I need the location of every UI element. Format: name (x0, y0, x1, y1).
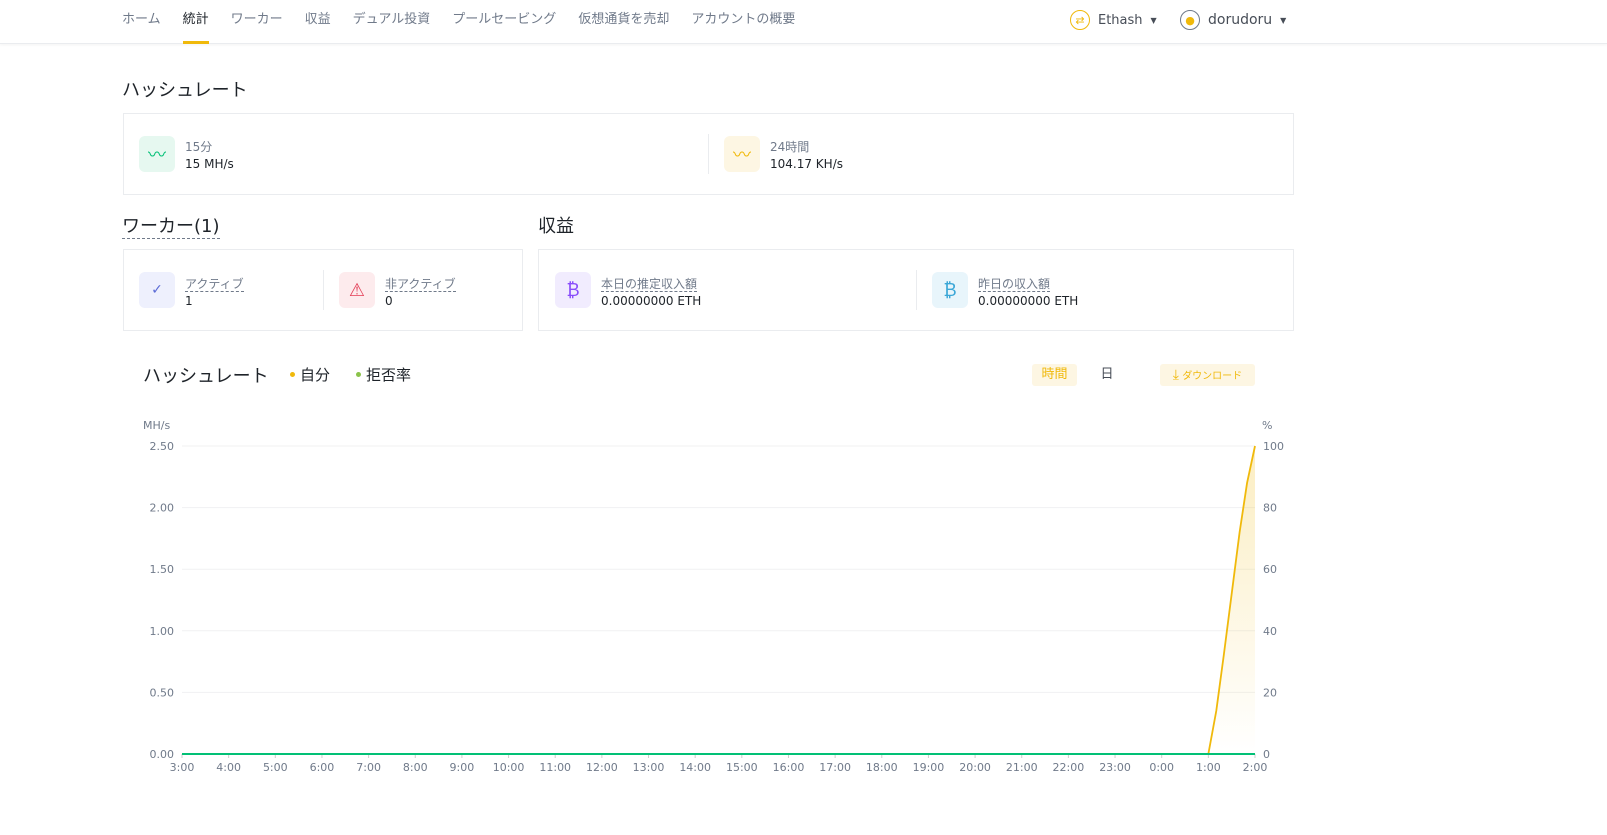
x-tick-label: 10:00 (493, 761, 525, 774)
y-tick-label: 2.50 (150, 440, 175, 453)
day-button[interactable]: 日 (1090, 364, 1124, 386)
username: dorudoru (1208, 12, 1273, 28)
x-tick-label: 15:00 (726, 761, 758, 774)
x-tick-label: 18:00 (866, 761, 898, 774)
chart-title: ハッシュレート (143, 366, 269, 387)
warning-icon: ⚠ (339, 272, 375, 308)
series-area (182, 446, 1255, 754)
download-icon: ⤓ (1172, 367, 1179, 383)
value: 0 (385, 293, 393, 308)
y-axis-label: MH/s (143, 419, 170, 432)
nav-item[interactable]: ワーカー (231, 0, 283, 44)
top-nav-bar: ホーム 統計 ワーカー 収益 デュアル投資 プールセービング 仮想通貨を売却 アカウントの概要… (0, 0, 1607, 44)
hashrate-15m: 〰 15分 15 MH/s (139, 136, 234, 172)
x-tick-label: 23:00 (1099, 761, 1131, 774)
x-tick-label: 13:00 (633, 761, 665, 774)
earnings-card: ₿ 本日の推定収入額 0.00000000 ETH ₿ 昨日の収入額 0.00000… (538, 249, 1294, 331)
earnings-title: 収益 (538, 216, 574, 237)
legend-self[interactable]: 自分 (290, 364, 330, 385)
bitcoin-icon: ₿ (932, 272, 968, 308)
label: 15分 (185, 139, 213, 154)
nav-item[interactable]: 仮想通貨を売却 (578, 0, 669, 44)
nav-item[interactable]: ホーム (122, 0, 161, 44)
x-tick-label: 4:00 (216, 761, 241, 774)
x-tick-label: 16:00 (773, 761, 805, 774)
nav-item[interactable]: 収益 (305, 0, 331, 44)
x-tick-label: 20:00 (959, 761, 991, 774)
check-icon: ✓ (139, 272, 175, 308)
hashrate-title: ハッシュレート (122, 80, 248, 101)
y2-tick-label: 60 (1263, 563, 1277, 576)
x-tick-label: 2:00 (1243, 761, 1268, 774)
swap-icon: ⇄ (1070, 10, 1090, 30)
x-tick-label: 1:00 (1196, 761, 1221, 774)
label[interactable]: 昨日の収入額 (978, 276, 1051, 292)
earnings-today: ₿ 本日の推定収入額 0.00000000 ETH (555, 272, 701, 308)
pulse-icon: 〰 (724, 136, 760, 172)
y-tick-label: 0.00 (150, 748, 175, 761)
label[interactable]: アクティブ (185, 276, 244, 292)
y2-tick-label: 80 (1263, 502, 1277, 515)
legend-label: 拒否率 (366, 366, 412, 384)
series-line-self (182, 445, 1256, 755)
value: 1 (185, 293, 193, 308)
x-tick-label: 17:00 (819, 761, 851, 774)
user-icon: ● (1180, 10, 1200, 30)
value: 104.17 KH/s (770, 156, 843, 171)
value: 0.00000000 ETH (978, 293, 1079, 308)
label: 24時間 (770, 139, 810, 154)
y2-tick-label: 40 (1263, 625, 1277, 638)
x-tick-label: 3:00 (170, 761, 195, 774)
pulse-icon: 〰 (139, 136, 175, 172)
x-tick-label: 6:00 (310, 761, 335, 774)
x-tick-label: 19:00 (913, 761, 945, 774)
nav-item[interactable]: 統計 (182, 0, 209, 44)
y2-axis-label: % (1262, 419, 1272, 432)
workers-active: ✓ アクティブ 1 (139, 272, 244, 308)
x-tick-label: 5:00 (263, 761, 288, 774)
workers-card: ✓ アクティブ 1 ⚠ 非アクティブ 0 (123, 249, 523, 331)
y2-tick-label: 100 (1263, 440, 1284, 453)
x-tick-label: 11:00 (539, 761, 571, 774)
main-nav: ホーム 統計 ワーカー 収益 デュアル投資 プールセービング 仮想通貨を売却 アカウントの概要 (122, 0, 795, 44)
x-tick-label: 0:00 (1149, 761, 1174, 774)
label[interactable]: 本日の推定収入額 (601, 276, 698, 292)
algorithm-label: Ethash (1098, 12, 1143, 28)
download-button[interactable]: ⤓ ダウンロード (1160, 364, 1255, 386)
y2-tick-label: 0 (1263, 748, 1270, 761)
bitcoin-icon: ₿ (555, 272, 591, 308)
legend-reject[interactable]: 拒否率 (356, 364, 411, 385)
workers-title[interactable]: ワーカー(1) (122, 212, 220, 239)
user-menu[interactable]: ● dorudoru ▼ (1180, 10, 1286, 30)
y-tick-label: 1.00 (150, 625, 175, 638)
y-tick-label: 1.50 (150, 563, 175, 576)
value: 15 MH/s (185, 156, 234, 171)
x-tick-label: 22:00 (1053, 761, 1085, 774)
hour-button[interactable]: 時間 (1032, 364, 1077, 386)
caret-down-icon: ▼ (1280, 15, 1287, 25)
hashrate-24h: 〰 24時間 104.17 KH/s (724, 136, 843, 172)
caret-down-icon: ▼ (1150, 15, 1157, 25)
hashrate-chart: MH/s % 0.00 0 0.50 20 1.00 40 1.50 60 2.00 80 2.50 10… (143, 419, 1284, 774)
nav-item[interactable]: プールセービング (452, 0, 556, 44)
value: 0.00000000 ETH (601, 293, 702, 308)
nav-item[interactable]: アカウントの概要 (691, 0, 795, 44)
label[interactable]: 非アクティブ (385, 276, 456, 292)
y-tick-label: 2.00 (150, 502, 175, 515)
algorithm-selector[interactable]: ⇄ Ethash ▼ (1070, 10, 1157, 30)
x-tick-label: 7:00 (356, 761, 381, 774)
y-tick-label: 0.50 (150, 686, 175, 699)
x-tick-label: 9:00 (450, 761, 475, 774)
x-tick-label: 21:00 (1006, 761, 1038, 774)
x-tick-label: 14:00 (679, 761, 711, 774)
x-tick-label: 12:00 (586, 761, 618, 774)
x-tick-label: 8:00 (403, 761, 428, 774)
hashrate-card: 〰 15分 15 MH/s 〰 24時間 104.17 KH/s (123, 113, 1294, 195)
workers-inactive: ⚠ 非アクティブ 0 (339, 272, 456, 308)
download-label: ダウンロード (1182, 371, 1243, 382)
legend-label: 自分 (300, 366, 331, 384)
earnings-yesterday: ₿ 昨日の収入額 0.00000000 ETH (932, 272, 1078, 308)
nav-item[interactable]: デュアル投資 (353, 0, 431, 44)
y2-tick-label: 20 (1263, 686, 1277, 699)
